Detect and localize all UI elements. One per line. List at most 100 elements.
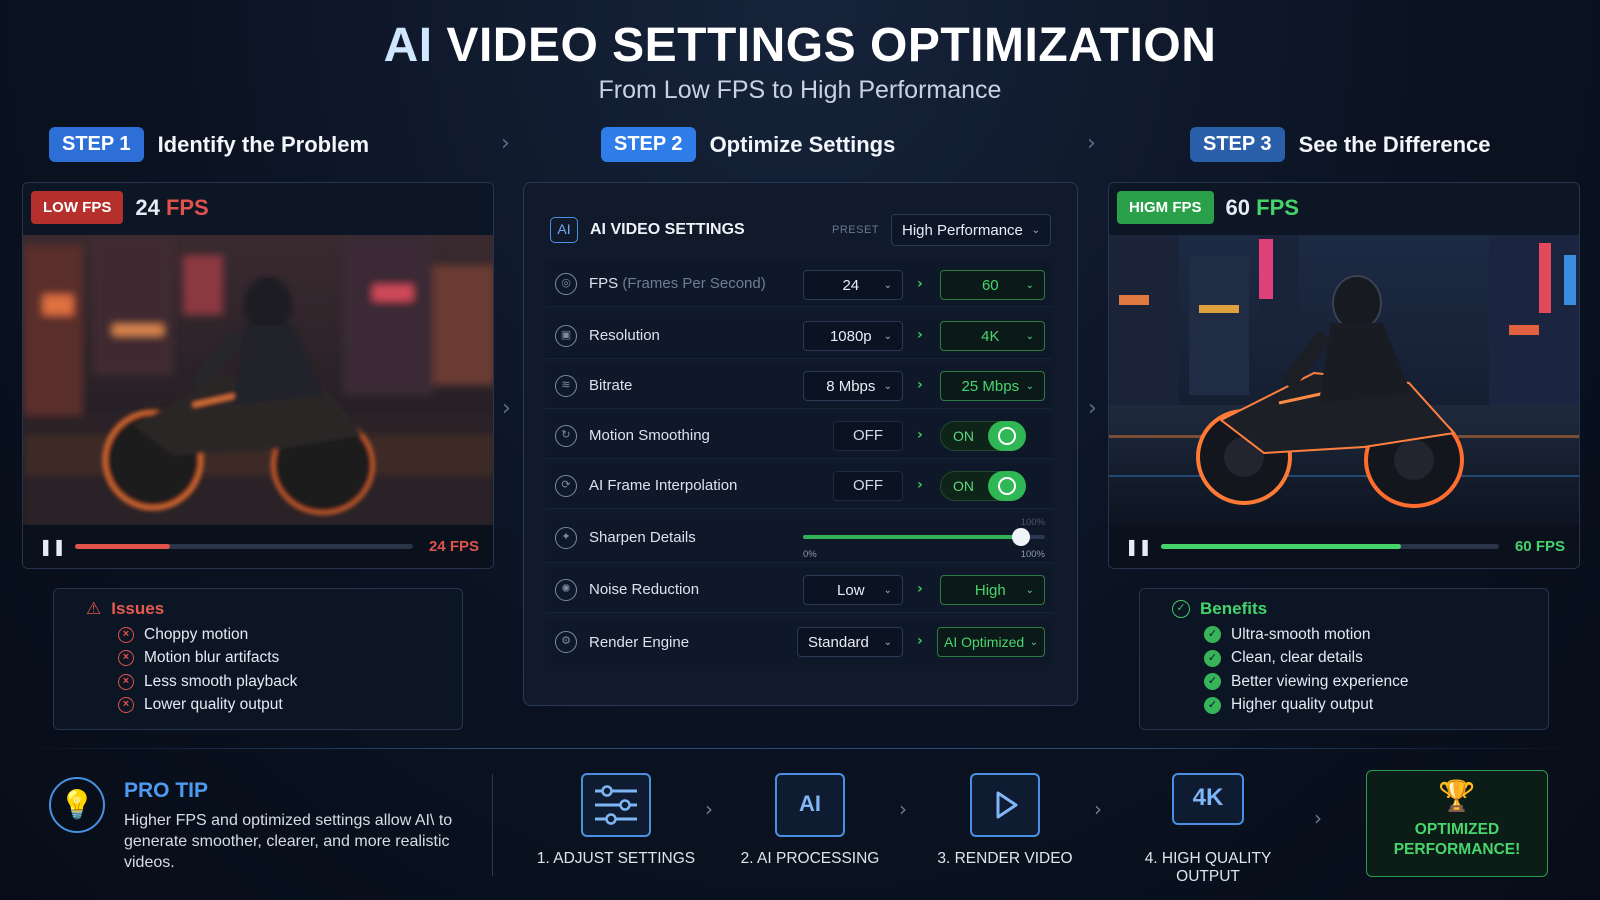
arrow-right-icon: › xyxy=(917,276,923,292)
chevron-down-icon: ⌄ xyxy=(883,584,892,596)
pause-icon[interactable]: ❚❚ xyxy=(39,537,75,557)
preset-label: PRESET xyxy=(831,224,879,236)
benefit-item: ✓ Higher quality output xyxy=(1204,694,1530,718)
pipeline-step-high-quality-output: 4K 4. HIGH QUALITY OUTPUT xyxy=(1113,757,1303,885)
resolution-to-select[interactable]: 4K ⌄ xyxy=(940,321,1045,351)
optimized-performance-badge: 🏆 OPTIMIZED PERFORMANCE! xyxy=(1366,770,1548,877)
benefits-box: ✓ Benefits ✓ Ultra-smooth motion ✓ Clean, … xyxy=(1139,588,1549,730)
step-2-badge: STEP 2 xyxy=(601,127,696,162)
noise-to-select[interactable]: High ⌄ xyxy=(940,575,1045,605)
motion-smoothing-toggle[interactable]: ON xyxy=(940,421,1026,451)
page-title: AI VIDEO SETTINGS OPTIMIZATION xyxy=(383,19,1217,72)
pipeline-label: 3. RENDER VIDEO xyxy=(937,850,1073,867)
issue-item: × Motion blur artifacts xyxy=(118,647,444,671)
pipeline-label: 4. HIGH QUALITY OUTPUT xyxy=(1144,850,1272,885)
settings-header: AI AI VIDEO SETTINGS PRESET High Perform… xyxy=(550,214,1051,246)
chevron-down-icon: ⌄ xyxy=(1025,279,1034,291)
preset-dropdown[interactable]: High Performance ⌄ xyxy=(891,214,1051,246)
pro-tip-text: Higher FPS and optimized settings allow … xyxy=(124,812,453,871)
x-circle-icon: × xyxy=(118,673,134,690)
issue-item: × Choppy motion xyxy=(118,623,444,647)
low-fps-header: LOW FPS 24 FPS xyxy=(31,191,209,224)
frame-interpolation-off[interactable]: OFF xyxy=(833,471,903,501)
resolution-icon: ▣ xyxy=(555,324,577,347)
frame-interpolation-toggle[interactable]: ON xyxy=(940,471,1026,501)
sharpen-slider[interactable]: 100% 0% 100% xyxy=(803,517,1045,560)
sharpen-icon: ✦ xyxy=(555,526,577,549)
low-fps-video-panel: LOW FPS 24 FPS ❚❚ 24 FPS xyxy=(22,182,494,569)
x-circle-icon: × xyxy=(118,697,134,714)
step-2-title: Optimize Settings xyxy=(709,131,896,157)
high-fps-label: 60 FPS xyxy=(1514,538,1565,555)
panel-chevron-icon: › xyxy=(502,396,511,421)
issues-box: ⚠ Issues × Choppy motion × Motion blur art… xyxy=(53,588,463,730)
pipeline-step-adjust-settings: 1. ADJUST SETTINGS xyxy=(521,757,711,875)
benefit-item: ✓ Ultra-smooth motion xyxy=(1204,623,1530,647)
section-divider xyxy=(0,748,1600,749)
chevron-down-icon: ⌄ xyxy=(1029,636,1038,648)
x-circle-icon: × xyxy=(118,650,134,667)
slider-min-label: 0% xyxy=(803,549,817,560)
high-fps-value: 60 FPS xyxy=(1225,194,1299,220)
trophy-icon: 🏆 xyxy=(1438,779,1476,814)
high-fps-player-controls: ❚❚ 60 FPS xyxy=(1109,525,1579,568)
issue-item: × Less smooth playback xyxy=(118,670,444,694)
low-fps-progress-bar[interactable] xyxy=(75,544,413,549)
chevron-down-icon: ⌄ xyxy=(1025,380,1034,392)
slider-top-label: 100% xyxy=(1020,517,1045,528)
fps-to-select[interactable]: 60 ⌄ xyxy=(940,270,1045,300)
fps-from-select[interactable]: 24 ⌄ xyxy=(803,270,903,300)
arrow-right-icon: › xyxy=(899,797,907,821)
x-circle-icon: × xyxy=(118,626,134,643)
render-from-select[interactable]: Standard ⌄ xyxy=(797,627,903,657)
high-fps-video-frame[interactable] xyxy=(1109,235,1579,527)
step-3-heading: STEP 3 See the Difference xyxy=(1190,127,1491,162)
ai-chip-icon: AI xyxy=(775,773,845,837)
arrow-right-icon: › xyxy=(917,581,923,597)
check-icon: ✓ xyxy=(1204,626,1221,644)
chevron-down-icon: ⌄ xyxy=(1025,584,1034,596)
chevron-down-icon: ⌄ xyxy=(1031,224,1040,236)
low-fps-player-controls: ❚❚ 24 FPS xyxy=(23,525,493,568)
slider-thumb[interactable] xyxy=(1011,528,1030,546)
low-fps-video-frame[interactable] xyxy=(23,235,493,527)
check-icon: ✓ xyxy=(1204,673,1221,691)
step-chevron-icon: › xyxy=(1087,131,1096,156)
high-fps-video-panel: HIGM FPS 60 FPS ❚❚ 60 FPS xyxy=(1108,182,1580,569)
high-fps-progress-bar[interactable] xyxy=(1161,544,1499,549)
monitor-4k-icon: 4K xyxy=(1172,773,1244,825)
slider-rail xyxy=(803,528,1045,546)
arrow-right-icon: › xyxy=(705,797,713,821)
noise-from-select[interactable]: Low ⌄ xyxy=(803,575,903,605)
chevron-down-icon: ⌄ xyxy=(883,380,892,392)
arrow-right-icon: › xyxy=(917,427,923,443)
motion-smoothing-off[interactable]: OFF xyxy=(833,421,903,451)
arrow-right-icon: › xyxy=(917,633,923,649)
motion-icon: ↻ xyxy=(555,424,577,447)
arrow-right-icon: › xyxy=(917,377,923,393)
render-to-select[interactable]: AI Optimized ⌄ xyxy=(937,627,1045,657)
camera-icon: ◎ xyxy=(555,272,577,295)
divider xyxy=(492,774,493,876)
low-fps-value: 24 FPS xyxy=(135,194,209,220)
settings-title: AI VIDEO SETTINGS xyxy=(590,221,745,238)
step-1-heading: STEP 1 Identify the Problem xyxy=(49,127,369,162)
high-fps-header: HIGM FPS 60 FPS xyxy=(1117,191,1299,224)
high-fps-badge: HIGM FPS xyxy=(1117,191,1214,224)
slider-fill xyxy=(803,535,1021,539)
issues-title: ⚠ Issues xyxy=(86,599,165,619)
issue-item: × Lower quality output xyxy=(118,694,444,718)
arrow-right-icon: › xyxy=(917,327,923,343)
pause-icon[interactable]: ❚❚ xyxy=(1125,537,1161,557)
pipeline-label: 2. AI PROCESSING xyxy=(740,850,880,867)
pipeline-label: 1. ADJUST SETTINGS xyxy=(536,850,696,867)
bitrate-from-select[interactable]: 8 Mbps ⌄ xyxy=(803,371,903,401)
render-engine-icon: ⚙ xyxy=(555,631,577,653)
bitrate-to-select[interactable]: 25 Mbps ⌄ xyxy=(940,371,1045,401)
arrow-right-icon: › xyxy=(917,477,923,493)
resolution-from-select[interactable]: 1080p ⌄ xyxy=(803,321,903,351)
toggle-knob xyxy=(988,471,1026,501)
sliders-glyph xyxy=(595,785,637,825)
benefit-item: ✓ Better viewing experience xyxy=(1204,670,1530,694)
low-fps-label: 24 FPS xyxy=(428,538,479,555)
